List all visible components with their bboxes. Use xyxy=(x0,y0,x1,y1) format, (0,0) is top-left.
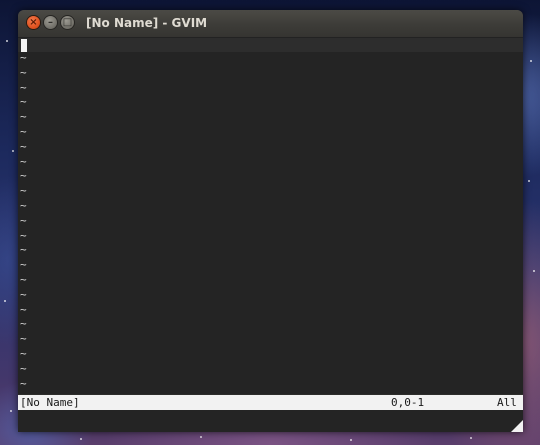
empty-line-marker: ~ xyxy=(20,346,27,360)
empty-line-marker: ~ xyxy=(20,139,27,153)
title-bar[interactable]: × – □ [No Name] - GVIM xyxy=(18,10,523,38)
empty-line-marker: ~ xyxy=(20,95,27,109)
current-line xyxy=(18,38,523,52)
status-cursor-position: 0,0-1 xyxy=(391,396,425,409)
status-file-name: [No Name] xyxy=(20,396,80,409)
editor-text-area[interactable]: ~~~~~~~~~~~~~~~~~~~~~~~~~ xyxy=(18,38,523,394)
empty-line-marker: ~ xyxy=(20,51,27,64)
empty-line-marker: ~ xyxy=(20,154,27,168)
star xyxy=(80,438,82,440)
star xyxy=(4,300,6,302)
star xyxy=(200,436,202,438)
command-line[interactable] xyxy=(18,410,523,432)
empty-line-marker: ~ xyxy=(20,169,27,183)
window-title: [No Name] - GVIM xyxy=(86,16,208,30)
empty-line-marker: ~ xyxy=(20,80,27,94)
empty-line-marker: ~ xyxy=(20,124,27,138)
empty-line-marker: ~ xyxy=(20,228,27,242)
empty-line-marker: ~ xyxy=(20,198,27,212)
empty-line-marker: ~ xyxy=(20,361,27,375)
star xyxy=(10,410,12,412)
star xyxy=(12,150,14,152)
empty-line-marker: ~ xyxy=(20,272,27,286)
star xyxy=(350,439,352,441)
desktop-background: × – □ [No Name] - GVIM ~ ~ ~ ~ ~ ~ ~ ~ ~ ~ ~ ~ ~ ~ ~ ~ ~… xyxy=(0,0,540,445)
maximize-icon[interactable]: □ xyxy=(61,16,74,29)
status-scroll-position: All xyxy=(497,396,517,409)
empty-line-marker: ~ xyxy=(20,287,27,301)
star xyxy=(533,270,535,272)
empty-line-marker: ~ xyxy=(20,65,27,79)
star xyxy=(528,180,530,182)
empty-line-marker: ~ xyxy=(20,376,27,390)
empty-line-marker: ~ xyxy=(20,258,27,272)
empty-line-marker: ~ xyxy=(20,302,27,316)
star xyxy=(470,437,472,439)
status-line: [No Name] 0,0-1 All xyxy=(18,395,523,410)
empty-line-marker: ~ xyxy=(20,317,27,331)
minimize-icon[interactable]: – xyxy=(44,16,57,29)
close-icon[interactable]: × xyxy=(27,16,40,29)
empty-line-marker: ~ xyxy=(20,332,27,346)
empty-line-marker: ~ xyxy=(20,184,27,198)
empty-line-marker: ~ xyxy=(20,391,40,394)
star xyxy=(6,40,8,42)
empty-line-marker: ~ xyxy=(20,213,27,227)
gvim-window: × – □ [No Name] - GVIM ~ ~ ~ ~ ~ ~ ~ ~ ~ ~ ~ ~ ~ ~ ~ ~ ~… xyxy=(18,10,523,432)
star xyxy=(530,60,532,62)
empty-line-marker: ~ xyxy=(20,110,27,124)
empty-line-marker: ~ xyxy=(20,243,27,257)
resize-grip-icon[interactable] xyxy=(511,420,523,432)
empty-line-markers: ~~~~~~~~~~~~~~~~~~~~~~~~~ xyxy=(20,51,40,394)
